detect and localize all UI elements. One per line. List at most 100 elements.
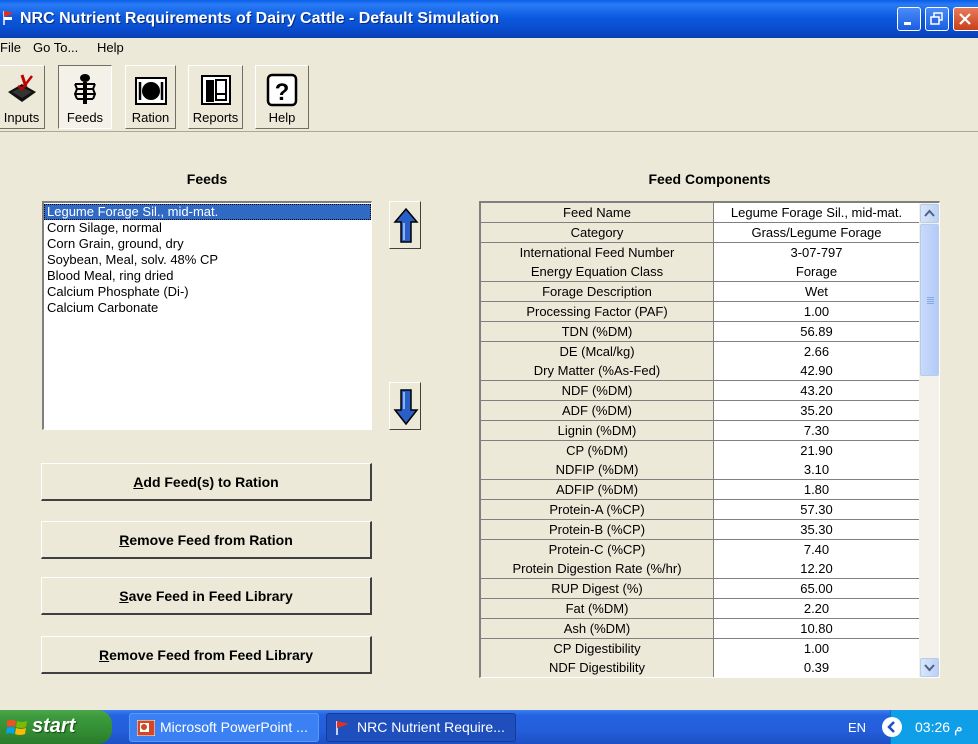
vertical-scrollbar[interactable] bbox=[919, 203, 939, 677]
component-value[interactable]: 35.20 bbox=[714, 401, 919, 421]
component-label: CP (%DM) bbox=[481, 440, 714, 461]
restore-button[interactable] bbox=[925, 7, 949, 31]
component-value[interactable]: Wet bbox=[714, 282, 919, 303]
move-feed-up-button[interactable] bbox=[389, 201, 421, 249]
feeds-icon bbox=[73, 74, 97, 104]
toolbar-help-button[interactable]: ? Help bbox=[255, 65, 309, 129]
component-row: Feed Name Legume Forage Sil., mid-mat. bbox=[481, 203, 919, 223]
component-value[interactable]: 2.66 bbox=[714, 341, 919, 362]
toolbar-reports-label: Reports bbox=[192, 110, 239, 125]
component-value[interactable]: 1.00 bbox=[714, 302, 919, 322]
add-feed-to-ration-button[interactable]: Add Feed(s) to Ration bbox=[41, 463, 372, 501]
toolbar-feeds-button[interactable]: Feeds bbox=[58, 65, 112, 129]
reports-icon bbox=[200, 75, 231, 105]
arrow-down-icon bbox=[393, 389, 419, 426]
scroll-grip bbox=[927, 297, 934, 305]
feed-list-item[interactable]: Blood Meal, ring dried bbox=[44, 268, 371, 284]
taskbar-nrc-button[interactable]: NRC Nutrient Require... bbox=[326, 713, 516, 742]
remove-feed-from-library-button[interactable]: Remove Feed from Feed Library bbox=[41, 636, 372, 674]
component-value[interactable]: 35.30 bbox=[714, 519, 919, 540]
component-row: RUP Digest (%) 65.00 bbox=[481, 579, 919, 600]
feed-list-item[interactable]: Calcium Carbonate bbox=[44, 300, 371, 316]
component-value[interactable]: 1.00 bbox=[714, 638, 919, 659]
feed-list-item[interactable]: Soybean, Meal, solv. 48% CP bbox=[44, 252, 371, 268]
component-row: International Feed Number 3-07-797 bbox=[481, 242, 919, 263]
component-label: NDFIP (%DM) bbox=[481, 460, 714, 481]
menu-bar: File Go To... Help bbox=[0, 38, 978, 58]
ration-icon bbox=[134, 77, 167, 105]
component-label: Protein-A (%CP) bbox=[481, 500, 714, 520]
restore-icon bbox=[930, 12, 943, 25]
clock: 03:26 م bbox=[915, 719, 963, 735]
menu-help[interactable]: Help bbox=[97, 40, 124, 55]
component-value[interactable]: 7.40 bbox=[714, 539, 919, 560]
language-indicator[interactable]: EN bbox=[848, 720, 866, 735]
component-value[interactable]: 21.90 bbox=[714, 440, 919, 461]
save-library-accel: S bbox=[119, 588, 129, 604]
component-value[interactable]: 3.10 bbox=[714, 460, 919, 481]
feed-list-item[interactable]: Corn Grain, ground, dry bbox=[44, 236, 371, 252]
scroll-thumb[interactable] bbox=[920, 224, 939, 376]
start-button[interactable]: start bbox=[0, 710, 112, 744]
minimize-button[interactable] bbox=[897, 7, 921, 31]
component-row: CP (%DM) 21.90 bbox=[481, 440, 919, 461]
component-label: Category bbox=[481, 222, 714, 243]
component-value[interactable]: 43.20 bbox=[714, 381, 919, 402]
component-value[interactable]: Grass/Legume Forage bbox=[714, 222, 919, 243]
component-label: Protein Digestion Rate (%/hr) bbox=[481, 559, 714, 580]
component-value[interactable]: Forage bbox=[714, 262, 919, 283]
component-value[interactable]: Legume Forage Sil., mid-mat. bbox=[714, 203, 919, 223]
component-label: Protein-B (%CP) bbox=[481, 519, 714, 540]
window-title: NRC Nutrient Requirements of Dairy Cattl… bbox=[20, 10, 500, 27]
feeds-list[interactable]: Legume Forage Sil., mid-mat. Corn Silage… bbox=[42, 201, 372, 430]
toolbar-ration-button[interactable]: Ration bbox=[125, 65, 176, 129]
component-label: Protein-C (%CP) bbox=[481, 539, 714, 560]
component-value[interactable]: 1.80 bbox=[714, 480, 919, 501]
component-value[interactable]: 12.20 bbox=[714, 559, 919, 580]
component-value[interactable]: 10.80 bbox=[714, 618, 919, 639]
feed-list-item[interactable]: Calcium Phosphate (Di-) bbox=[44, 284, 371, 300]
toolbar-inputs-button[interactable]: Inputs bbox=[0, 65, 45, 129]
component-row: Lignin (%DM) 7.30 bbox=[481, 420, 919, 441]
menu-go-to[interactable]: Go To... bbox=[33, 40, 78, 55]
component-value[interactable]: 7.30 bbox=[714, 420, 919, 441]
component-value[interactable]: 2.20 bbox=[714, 599, 919, 619]
feed-list-item[interactable]: Legume Forage Sil., mid-mat. bbox=[44, 204, 371, 220]
component-label: ADF (%DM) bbox=[481, 401, 714, 421]
taskbar-powerpoint-button[interactable]: Microsoft PowerPoint ... bbox=[129, 713, 319, 742]
feed-list-item[interactable]: Corn Silage, normal bbox=[44, 220, 371, 236]
save-feed-in-library-button[interactable]: Save Feed in Feed Library bbox=[41, 577, 372, 615]
component-value[interactable]: 42.90 bbox=[714, 361, 919, 382]
component-label: TDN (%DM) bbox=[481, 321, 714, 342]
title-bar[interactable]: NRC Nutrient Requirements of Dairy Cattl… bbox=[0, 0, 978, 38]
component-value[interactable]: 0.39 bbox=[714, 658, 919, 677]
taskbar-nrc-label: NRC Nutrient Require... bbox=[357, 719, 505, 735]
toolbar-inputs-label: Inputs bbox=[3, 110, 40, 125]
inputs-icon bbox=[7, 74, 36, 102]
component-value[interactable]: 65.00 bbox=[714, 579, 919, 600]
remove-library-accel: R bbox=[99, 647, 110, 663]
component-label: Feed Name bbox=[481, 203, 714, 223]
tray-expand-button[interactable] bbox=[882, 717, 902, 737]
component-value[interactable]: 57.30 bbox=[714, 500, 919, 520]
menu-file[interactable]: File bbox=[0, 40, 21, 55]
toolbar-ration-label: Ration bbox=[131, 110, 170, 125]
component-row: Category Grass/Legume Forage bbox=[481, 222, 919, 243]
component-value[interactable]: 3-07-797 bbox=[714, 242, 919, 263]
scroll-up-button[interactable] bbox=[920, 204, 939, 223]
component-value[interactable]: 56.89 bbox=[714, 321, 919, 342]
component-label: Dry Matter (%As-Fed) bbox=[481, 361, 714, 382]
component-label: DE (Mcal/kg) bbox=[481, 341, 714, 362]
scroll-down-button[interactable] bbox=[920, 658, 939, 677]
feed-components-table: Feed Name Legume Forage Sil., mid-mat. Cat… bbox=[479, 201, 940, 678]
powerpoint-icon bbox=[137, 720, 155, 736]
component-row: CP Digestibility 1.00 bbox=[481, 638, 919, 659]
move-feed-down-button[interactable] bbox=[389, 382, 421, 430]
add-feed-label: dd Feed(s) to Ration bbox=[143, 474, 279, 490]
toolbar-help-label: Help bbox=[268, 110, 296, 125]
close-button[interactable] bbox=[953, 7, 978, 31]
toolbar-reports-button[interactable]: Reports bbox=[188, 65, 243, 129]
component-row: DE (Mcal/kg) 2.66 bbox=[481, 341, 919, 362]
remove-feed-from-ration-button[interactable]: Remove Feed from Ration bbox=[41, 521, 372, 559]
svg-text:?: ? bbox=[275, 79, 290, 106]
